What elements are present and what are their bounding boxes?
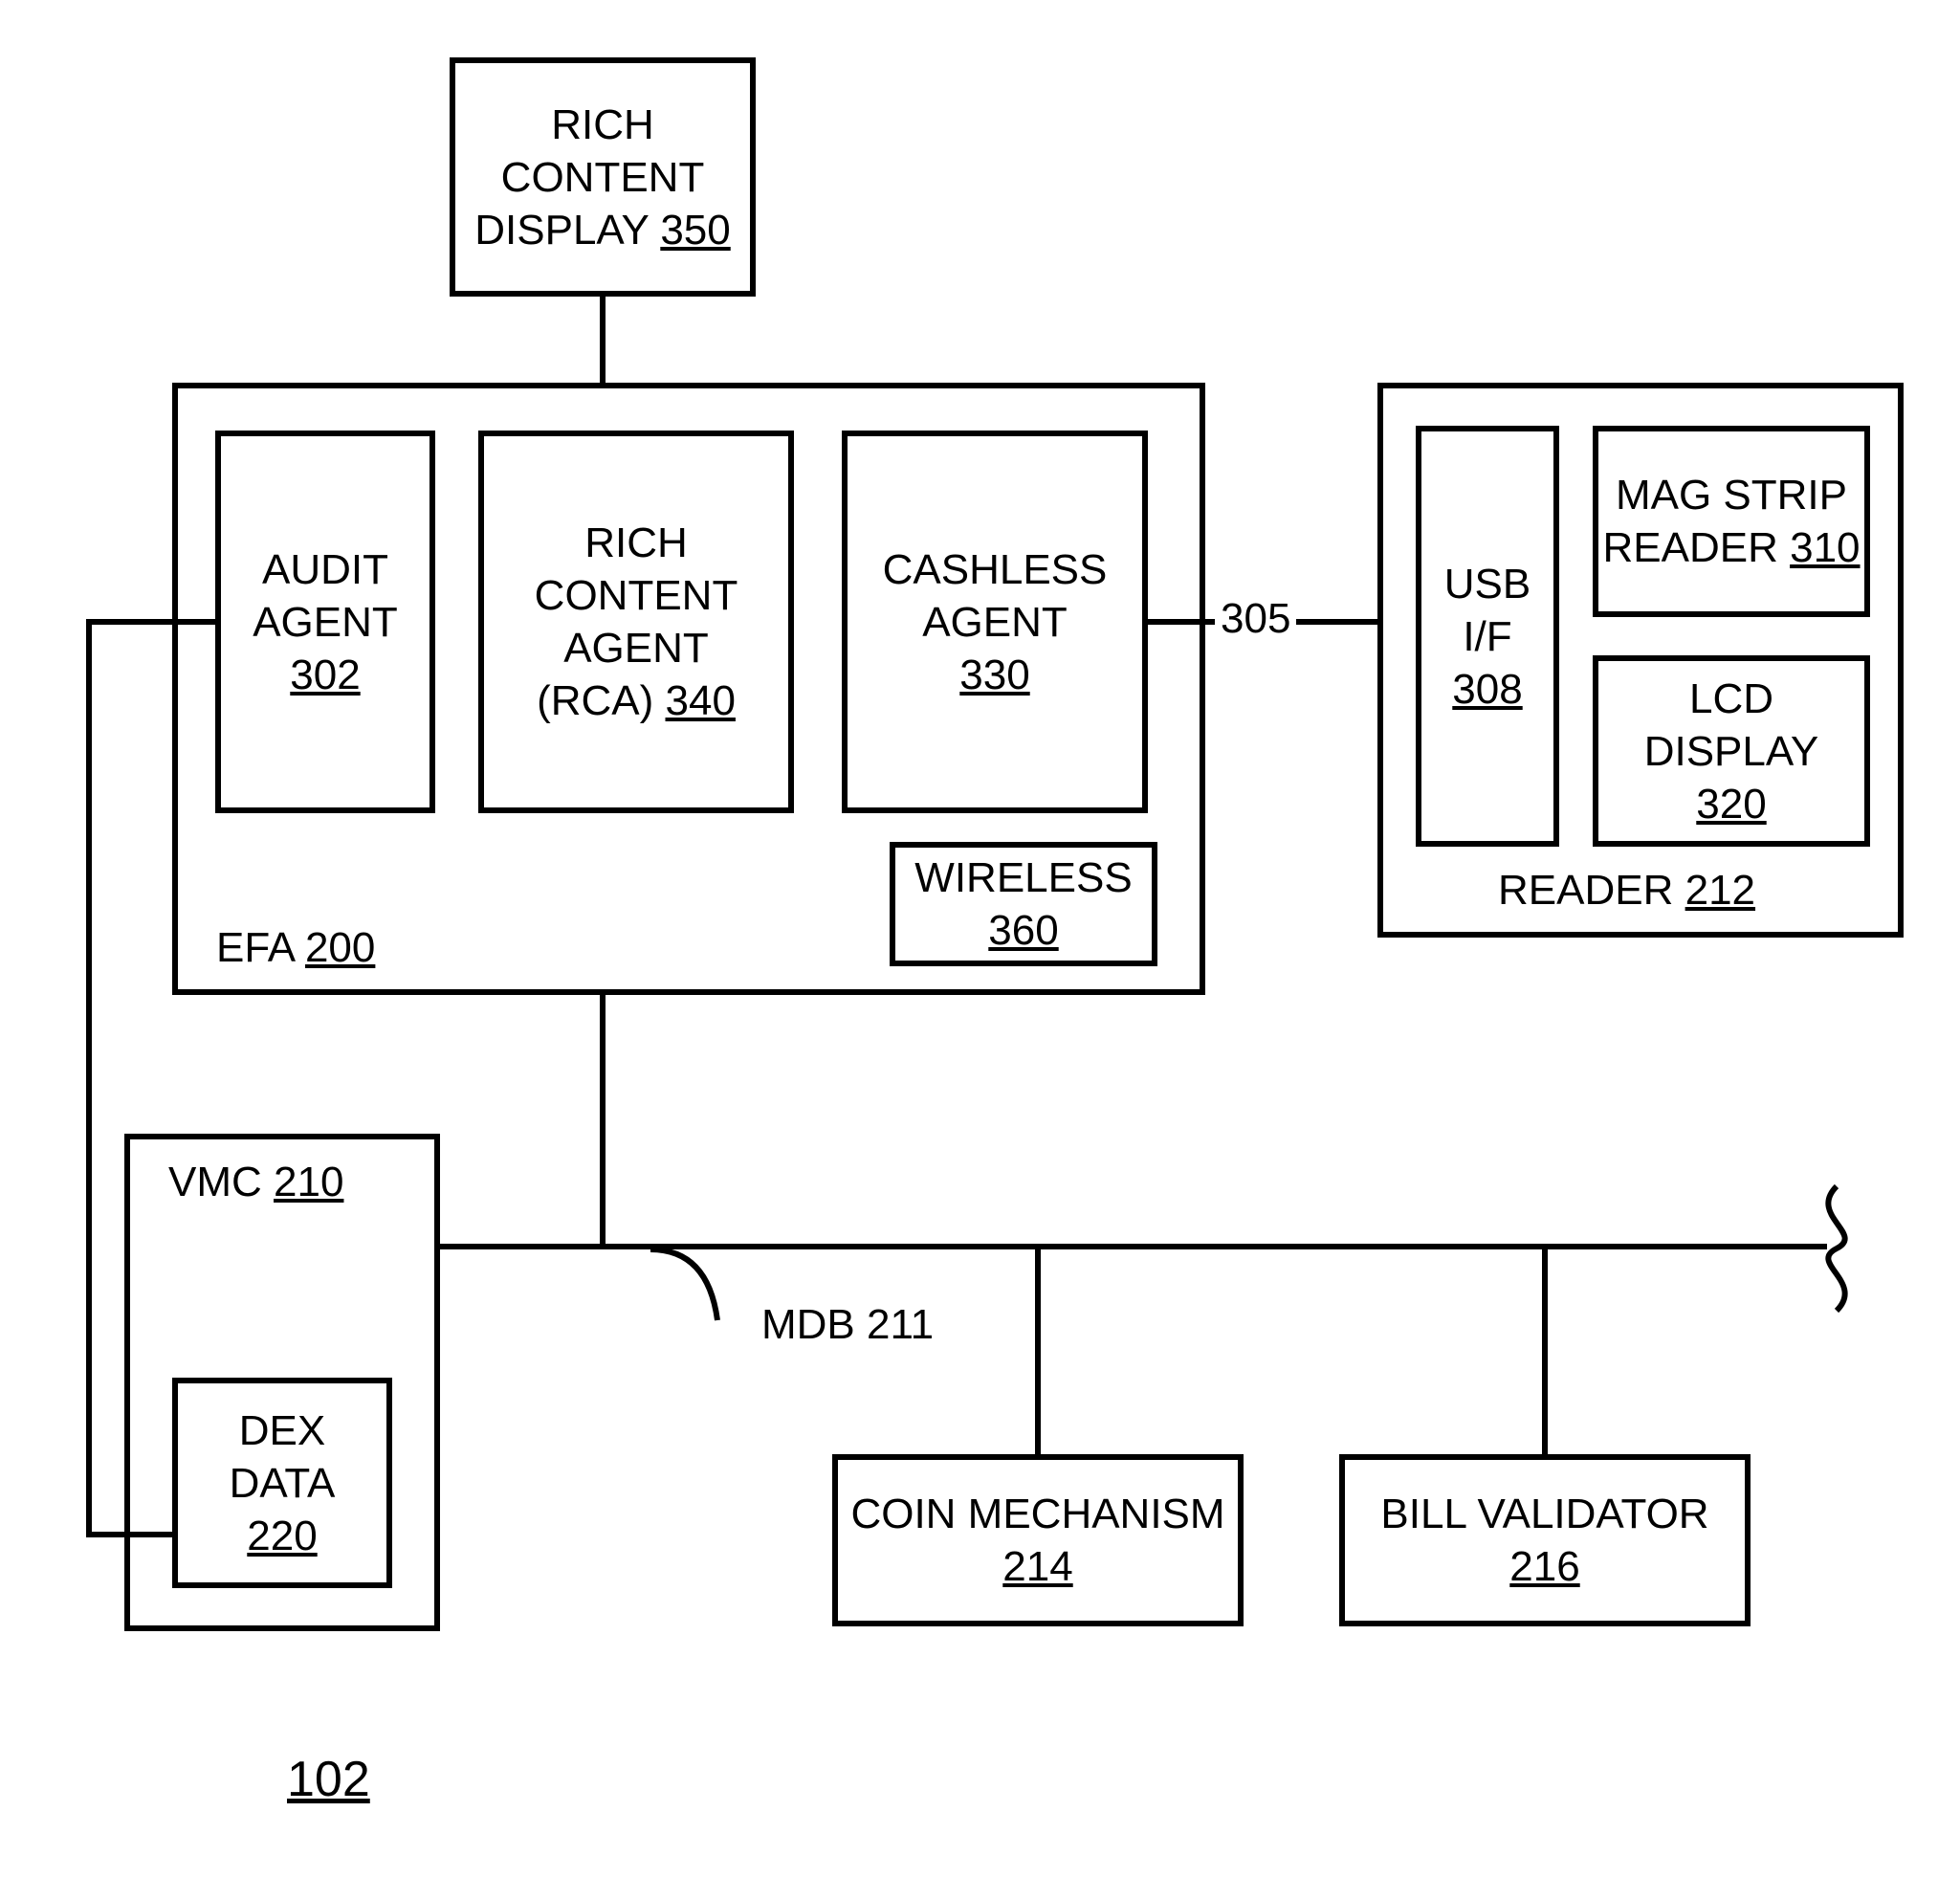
vmc-label: VMC 210 bbox=[168, 1159, 343, 1206]
figure-reference: 102 bbox=[287, 1751, 370, 1808]
usb-if-label: USB I/F 308 bbox=[1444, 558, 1531, 716]
coin-mechanism-box: COIN MECHANISM 214 bbox=[832, 1454, 1244, 1626]
lcd-label: LCD DISPLAY 320 bbox=[1598, 673, 1864, 830]
rich-content-display-label: RICH CONTENT DISPLAY 350 bbox=[474, 99, 730, 256]
efa-label: EFA 200 bbox=[216, 924, 375, 972]
audit-agent-box: AUDIT AGENT 302 bbox=[215, 431, 435, 813]
lcd-box: LCD DISPLAY 320 bbox=[1593, 655, 1870, 847]
conn-mdb-to-coin bbox=[1035, 1244, 1041, 1454]
rich-content-display-box: RICH CONTENT DISPLAY 350 bbox=[450, 57, 756, 297]
conn-audit-to-dex-h bbox=[86, 1532, 172, 1537]
coin-mechanism-label: COIN MECHANISM 214 bbox=[850, 1488, 1224, 1593]
mag-strip-box: MAG STRIP READER 310 bbox=[1593, 426, 1870, 617]
diagram-stage: RICH CONTENT DISPLAY 350 EFA 200 AUDIT A… bbox=[0, 0, 1960, 1878]
conn-305-label: 305 bbox=[1215, 595, 1296, 643]
conn-audit-left-v bbox=[86, 619, 92, 1537]
mdb-callout-curve bbox=[650, 1244, 765, 1330]
reader-label: READER 212 bbox=[1498, 867, 1755, 915]
conn-audit-left-h bbox=[86, 619, 215, 625]
bus-termination-icon bbox=[1798, 1186, 1875, 1311]
wireless-box: WIRELESS 360 bbox=[890, 842, 1157, 966]
conn-rcd-to-efa bbox=[600, 297, 606, 383]
conn-mdb-to-bill bbox=[1542, 1244, 1548, 1454]
conn-efa-to-mdb bbox=[600, 995, 606, 1244]
bill-validator-label: BILL VALIDATOR 216 bbox=[1380, 1488, 1708, 1593]
mag-strip-label: MAG STRIP READER 310 bbox=[1602, 469, 1860, 574]
cashless-agent-label: CASHLESS AGENT 330 bbox=[883, 543, 1108, 701]
usb-if-box: USB I/F 308 bbox=[1416, 426, 1559, 847]
mdb-label: MDB 211 bbox=[756, 1301, 939, 1349]
dex-data-label: DEX DATA 220 bbox=[230, 1404, 336, 1562]
mdb-bus-line bbox=[440, 1244, 1827, 1249]
cashless-agent-box: CASHLESS AGENT 330 bbox=[842, 431, 1148, 813]
audit-agent-label: AUDIT AGENT 302 bbox=[253, 543, 398, 701]
rca-box: RICH CONTENT AGENT (RCA) 340 bbox=[478, 431, 794, 813]
rca-label: RICH CONTENT AGENT (RCA) 340 bbox=[535, 517, 738, 727]
wireless-label: WIRELESS 360 bbox=[914, 851, 1132, 957]
dex-data-box: DEX DATA 220 bbox=[172, 1378, 392, 1588]
bill-validator-box: BILL VALIDATOR 216 bbox=[1339, 1454, 1751, 1626]
